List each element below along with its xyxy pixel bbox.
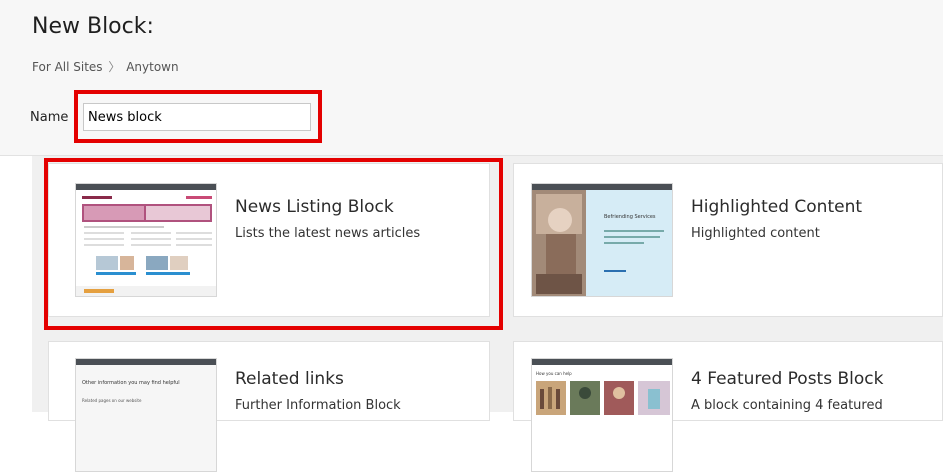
block-description: A block containing 4 featured [691,398,883,413]
featured-posts-thumbnail: How you can help [531,358,673,472]
page-header: New Block: For All Sites 〉 Anytown Name [0,0,943,156]
block-title: News Listing Block [235,197,394,217]
thumb-heading: Befriending Services [604,214,656,220]
block-card-highlighted-content[interactable]: Befriending Services Highlighted Content… [513,163,943,317]
block-title: Related links [235,369,344,389]
block-card-related-links[interactable]: Other information you may find helpful R… [48,341,490,472]
breadcrumb: For All Sites 〉 Anytown [32,58,179,75]
name-label: Name [30,110,69,125]
breadcrumb-current[interactable]: Anytown [126,60,178,74]
block-card-featured-posts[interactable]: How you can help 4 Featured Posts Block … [513,341,943,472]
block-title: Highlighted Content [691,197,863,217]
block-description: Further Information Block [235,398,401,413]
related-links-thumbnail: Other information you may find helpful R… [75,358,217,472]
block-description: Lists the latest news articles [235,226,421,241]
block-card-news-listing[interactable]: News Listing Block Lists the latest news… [48,163,490,317]
block-title: 4 Featured Posts Block [691,369,884,389]
thumb-heading: Other information you may find helpful [82,380,180,386]
block-description: Highlighted content [691,226,820,241]
block-type-grid: News Listing Block Lists the latest news… [32,156,943,472]
page-title: New Block: [32,14,154,39]
breadcrumb-root[interactable]: For All Sites [32,60,103,74]
thumb-heading: How you can help [536,371,572,376]
name-input[interactable] [83,103,311,131]
news-listing-thumbnail [75,183,217,297]
thumb-subheading: Related pages on our website [82,398,142,403]
breadcrumb-separator-icon: 〉 [108,60,121,74]
highlighted-content-thumbnail: Befriending Services [531,183,673,297]
